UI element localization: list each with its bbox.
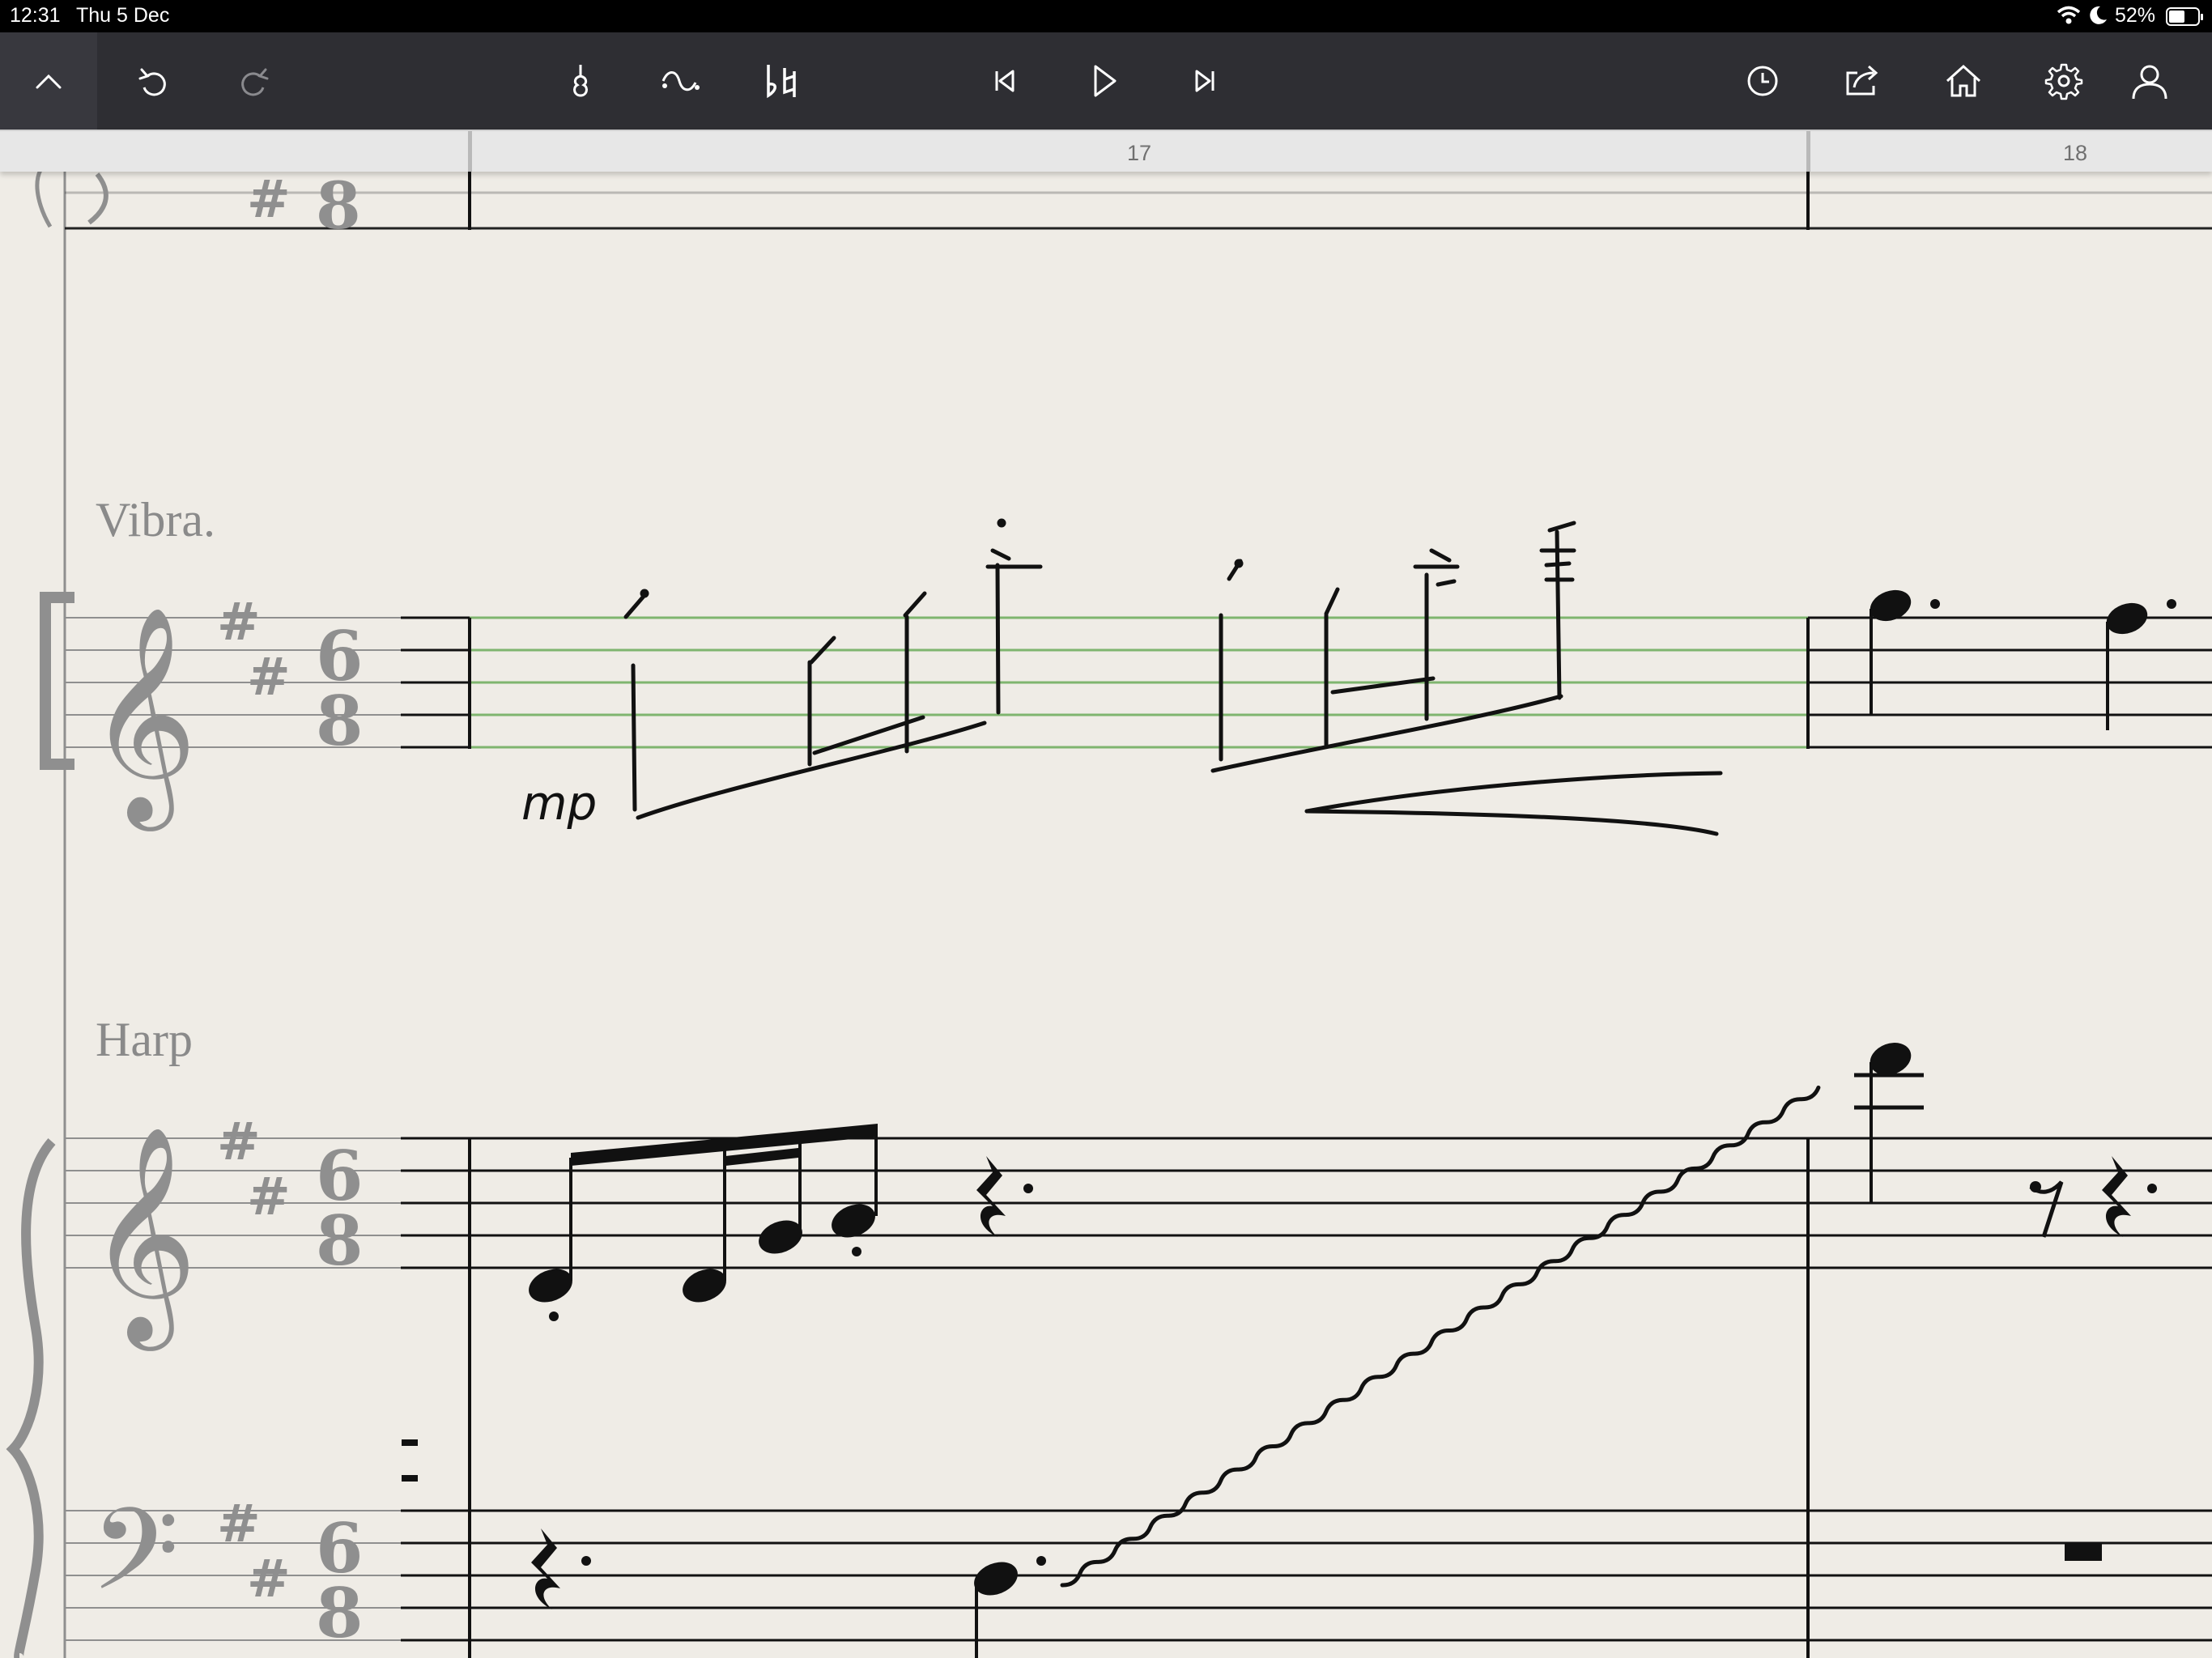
status-date: Thu 5 Dec — [76, 4, 170, 27]
instrument-button[interactable] — [536, 32, 625, 130]
toolbar — [0, 32, 2212, 130]
moon-icon — [2089, 5, 2108, 32]
svg-text:8: 8 — [316, 1573, 363, 1653]
measure-number-18: 18 — [2063, 141, 2088, 165]
measure-number-17: 17 — [1127, 141, 1152, 165]
skip-back-icon — [995, 70, 1015, 92]
user-icon — [2132, 65, 2167, 100]
svg-text:#: # — [217, 593, 261, 653]
score-area[interactable]: Vibra. Harp 8 # 𝄞 # # 6 8 mp 𝄞 # # 6 8 𝄢… — [0, 170, 2212, 1658]
measure-ruler[interactable]: 17 18 — [0, 130, 2212, 172]
play-icon — [1094, 65, 1117, 97]
harp-treble-staff[interactable]: 𝄞 # # 6 8 — [65, 1037, 2212, 1658]
undo-button[interactable] — [109, 32, 198, 130]
home-button[interactable] — [1919, 32, 2008, 130]
svg-text:𝄞: 𝄞 — [87, 606, 198, 831]
status-time: 12:31 — [10, 4, 61, 27]
top-staff: 8 # — [35, 170, 2212, 244]
svg-text:#: # — [247, 170, 291, 230]
skip-forward-icon — [1195, 70, 1214, 92]
flat-natural-icon — [767, 65, 796, 99]
redo-icon — [241, 68, 269, 96]
svg-text:8: 8 — [316, 170, 361, 244]
vibraphone-staff[interactable]: 𝄞 # # 6 8 mp — [40, 518, 2212, 836]
history-button[interactable] — [1718, 32, 1807, 130]
svg-text:8: 8 — [316, 1201, 363, 1281]
handwritten-notes — [623, 518, 1723, 836]
rewind-button[interactable] — [960, 32, 1049, 130]
play-button[interactable] — [1059, 32, 1148, 130]
grand-staff-brace — [6, 1138, 56, 1658]
share-icon — [1846, 65, 1878, 96]
status-bar: 12:31 Thu 5 Dec 52% — [0, 0, 2212, 32]
gear-icon — [2044, 63, 2083, 100]
collapse-button[interactable] — [0, 32, 97, 130]
svg-text:#: # — [247, 648, 291, 708]
battery-percent: 52% — [2115, 4, 2156, 27]
chevron-up-icon — [36, 74, 62, 89]
articulation-button[interactable] — [636, 32, 725, 130]
score-canvas: 8 # 𝄞 # # 6 8 mp 𝄞 # # 6 8 𝄢 # # 6 8 — [6, 170, 2212, 1658]
svg-text:𝄞: 𝄞 — [87, 1125, 198, 1351]
accidentals-button[interactable] — [737, 32, 826, 130]
account-button[interactable] — [2105, 32, 2194, 130]
forward-button[interactable] — [1160, 32, 1249, 130]
svg-text:#: # — [217, 1494, 261, 1554]
redo-button[interactable] — [209, 32, 298, 130]
harp-bass-staff[interactable]: 𝄢 # # 6 8 — [65, 1439, 2212, 1658]
curve-icon — [661, 71, 700, 91]
svg-text:#: # — [247, 1167, 291, 1227]
undo-icon — [138, 68, 166, 96]
svg-text:#: # — [247, 1550, 291, 1609]
share-button[interactable] — [1818, 32, 1907, 130]
battery-icon — [2166, 7, 2205, 32]
dynamic-mp: mp — [521, 776, 597, 831]
svg-text:#: # — [217, 1112, 261, 1172]
instrument-icon — [573, 65, 588, 97]
svg-text:𝄢: 𝄢 — [91, 1484, 179, 1644]
clock-icon — [1747, 66, 1778, 96]
wifi-icon — [2057, 5, 2081, 32]
time-sig-bottom: 8 — [316, 681, 363, 761]
settings-button[interactable] — [2019, 32, 2108, 130]
home-icon — [1946, 64, 1981, 97]
